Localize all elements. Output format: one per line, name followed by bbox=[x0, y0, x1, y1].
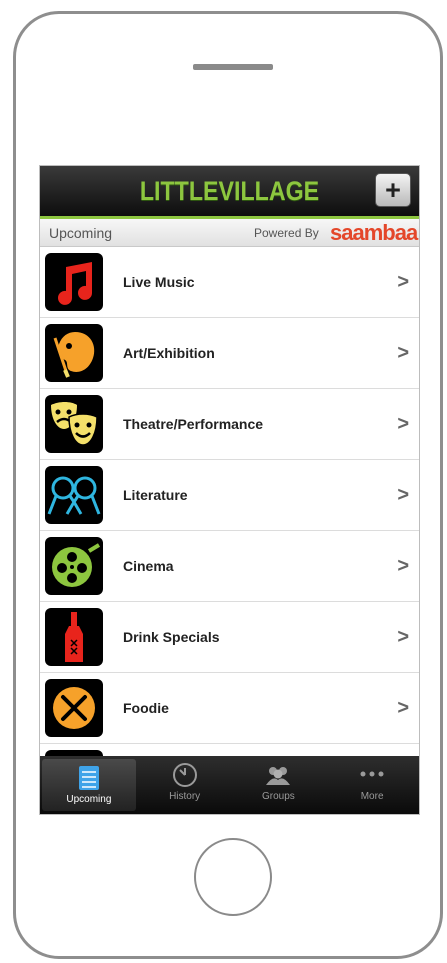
bottle-icon bbox=[45, 608, 103, 666]
tab-label: History bbox=[169, 791, 201, 802]
chevron-right-icon: > bbox=[397, 626, 409, 648]
category-list: Live Music > Art/Exhibition > Theatre/Pe… bbox=[40, 247, 419, 814]
nav-bar: LITTLEVILLAGE + bbox=[40, 166, 419, 216]
clock-icon bbox=[172, 763, 197, 787]
category-row-theatre-performance[interactable]: Theatre/Performance > bbox=[40, 389, 419, 460]
app-screen: LITTLEVILLAGE + Upcoming Powered By saam… bbox=[40, 166, 419, 814]
tab-label: Upcoming bbox=[66, 794, 112, 805]
people-icon bbox=[266, 767, 291, 785]
phone-speaker bbox=[193, 64, 273, 70]
category-label: Live Music bbox=[123, 274, 195, 290]
category-row-foodie[interactable]: Foodie > bbox=[40, 673, 419, 744]
film-reel-icon bbox=[45, 537, 103, 595]
category-row-drink-specials[interactable]: Drink Specials > bbox=[40, 602, 419, 673]
category-label: Drink Specials bbox=[123, 629, 220, 645]
category-label: Cinema bbox=[123, 558, 174, 574]
theatre-masks-icon bbox=[45, 395, 103, 453]
chevron-right-icon: > bbox=[397, 555, 409, 577]
palette-icon bbox=[45, 324, 103, 382]
tab-more[interactable]: More bbox=[325, 756, 419, 814]
tab-bar: Upcoming History Groups More bbox=[40, 756, 419, 814]
chevron-right-icon: > bbox=[397, 413, 409, 435]
category-label: Literature bbox=[123, 487, 188, 503]
powered-by-text: Powered By bbox=[254, 226, 319, 240]
fork-knife-icon bbox=[45, 679, 103, 737]
chevron-right-icon: > bbox=[397, 342, 409, 364]
saambaa-logo: saambaa bbox=[330, 220, 418, 245]
category-row-literature[interactable]: Literature > bbox=[40, 460, 419, 531]
category-row-art-exhibition[interactable]: Art/Exhibition > bbox=[40, 318, 419, 389]
chevron-right-icon: > bbox=[397, 271, 409, 293]
list-icon bbox=[78, 766, 99, 790]
tab-label: More bbox=[360, 791, 384, 802]
category-row-live-music[interactable]: Live Music > bbox=[40, 247, 419, 318]
music-note-icon bbox=[45, 253, 103, 311]
tab-history[interactable]: History bbox=[138, 756, 232, 814]
app-logo: LITTLEVILLAGE bbox=[139, 176, 320, 206]
home-button[interactable] bbox=[194, 838, 272, 916]
tab-label: Groups bbox=[261, 791, 295, 802]
tab-upcoming[interactable]: Upcoming bbox=[42, 759, 136, 811]
category-label: Art/Exhibition bbox=[123, 345, 215, 361]
category-label: Theatre/Performance bbox=[123, 416, 264, 432]
add-button[interactable]: + bbox=[375, 173, 411, 207]
category-label: Foodie bbox=[123, 700, 169, 716]
tab-groups[interactable]: Groups bbox=[232, 756, 326, 814]
category-row-cinema[interactable]: Cinema > bbox=[40, 531, 419, 602]
chevron-right-icon: > bbox=[397, 697, 409, 719]
chevron-right-icon: > bbox=[397, 484, 409, 506]
sub-header: Upcoming Powered By saambaa bbox=[40, 219, 419, 247]
glasses-icon bbox=[45, 466, 103, 524]
more-dots-icon bbox=[360, 771, 384, 777]
section-title: Upcoming bbox=[49, 225, 113, 241]
